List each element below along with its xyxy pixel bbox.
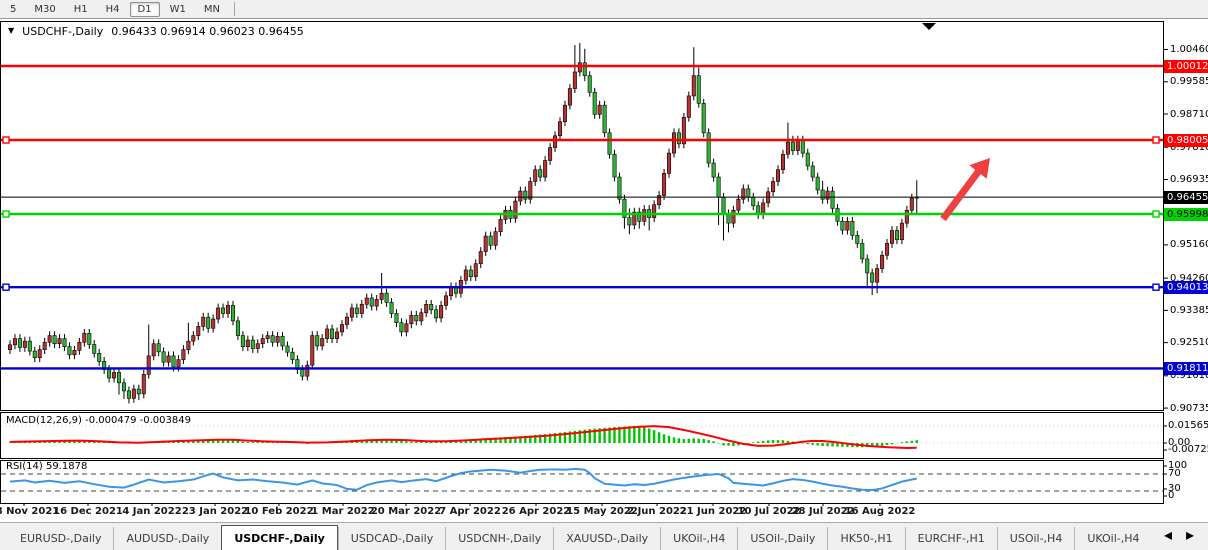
price-axis-tick: 1.00460 [1170, 44, 1208, 55]
trading-platform-window: 5M30H1H4D1W1MN ▼ USDCHF-,Daily 0.96433 0… [0, 0, 1208, 550]
level-handle[interactable] [3, 284, 9, 290]
macd-axis-label: 0.015654 [1168, 421, 1208, 431]
price-badge-1.00012: 1.00012 [1164, 60, 1208, 73]
tab-eurchf-h1[interactable]: EURCHF-,H1 [905, 527, 997, 550]
price-axis-tick: 0.99585 [1170, 76, 1208, 87]
tab-usoil-h4[interactable]: USOil-,H4 [997, 527, 1075, 550]
tab-usdcad-daily[interactable]: USDCAD-,Daily [338, 527, 445, 550]
date-axis-label: 7 Apr 2022 [439, 506, 501, 517]
price-badge-0.96455: 0.96455 [1164, 191, 1208, 204]
tab-audusd-daily[interactable]: AUDUSD-,Daily [113, 527, 221, 550]
tab-hk50-h1[interactable]: HK50-,H1 [827, 527, 904, 550]
tab-usdcnh-daily[interactable]: USDCNH-,Daily [445, 527, 553, 550]
macd-axis-label: -0.0072595 [1168, 445, 1208, 455]
tab-ukoil-h4[interactable]: UKOil-,H4 [1074, 527, 1151, 550]
level-handle[interactable] [3, 137, 9, 143]
scroll-right-icon[interactable]: ▸ [1186, 525, 1194, 544]
price-axis-tick: 0.90735 [1170, 403, 1208, 414]
rsi-axis-label: 70 [1168, 469, 1181, 479]
date-axis-label: 16 Dec 2021 [53, 506, 123, 517]
date-axis-label: 26 Apr 2022 [502, 506, 571, 517]
rsi-indicator-label: RSI(14) 59.1878 [6, 461, 87, 472]
tab-eurusd-daily[interactable]: EURUSD-,Daily [8, 527, 113, 550]
symbol-tab-bar: EURUSD-,DailyAUDUSD-,DailyUSDCHF-,DailyU… [0, 522, 1208, 550]
chart-title: ▼ USDCHF-,Daily 0.96433 0.96914 0.96023 … [8, 25, 304, 38]
date-axis-label: 16 Aug 2022 [845, 506, 916, 517]
level-handle[interactable] [1153, 137, 1159, 143]
price-badge-0.95998: 0.95998 [1164, 208, 1208, 221]
price-axis-tick: 0.93385 [1170, 305, 1208, 316]
rsi-axis-label: 0 [1168, 491, 1174, 501]
date-axis-label: 23 Jan 2022 [182, 506, 248, 517]
price-axis-tick: 0.98710 [1170, 109, 1208, 120]
scroll-left-icon[interactable]: ◂ [1164, 525, 1172, 544]
price-axis-tick: 0.96935 [1170, 174, 1208, 185]
tab-usdchf-daily[interactable]: USDCHF-,Daily [221, 525, 337, 550]
date-axis-label: 28 Nov 2021 [0, 506, 59, 517]
date-axis-label: 1 Mar 2022 [311, 506, 374, 517]
chart-menu-icon[interactable]: ▼ [8, 26, 14, 35]
date-axis-label: 20 Mar 2022 [371, 506, 441, 517]
tab-xauusd-daily[interactable]: XAUUSD-,Daily [553, 527, 660, 550]
date-axis-label: 2 Jun 2022 [627, 506, 687, 517]
date-axis-label: 10 Feb 2022 [244, 506, 313, 517]
chart-symbol-label: USDCHF-,Daily [22, 25, 103, 38]
chart-ohlc-values: 0.96433 0.96914 0.96023 0.96455 [111, 25, 303, 38]
tab-scroll-controls: ◂▸ [1164, 525, 1194, 550]
date-axis-label: 4 Jan 2022 [122, 506, 181, 517]
date-axis-label: 21 Jun 2022 [680, 506, 747, 517]
tab-ukoil-h4[interactable]: UKOil-,H4 [660, 527, 737, 550]
price-badge-0.98005: 0.98005 [1164, 134, 1208, 147]
level-handle[interactable] [1153, 284, 1159, 290]
level-handle[interactable] [1153, 211, 1159, 217]
price-chart-canvas[interactable] [0, 0, 1208, 550]
level-handle[interactable] [3, 211, 9, 217]
price-badge-0.91811: 0.91811 [1164, 362, 1208, 375]
price-axis-tick: 0.92510 [1170, 337, 1208, 348]
tab-usoil-daily[interactable]: USOil-,Daily [737, 527, 827, 550]
price-badge-0.94013: 0.94013 [1164, 281, 1208, 294]
macd-indicator-label: MACD(12,26,9) -0.000479 -0.003849 [6, 415, 191, 426]
price-axis-tick: 0.95160 [1170, 239, 1208, 250]
